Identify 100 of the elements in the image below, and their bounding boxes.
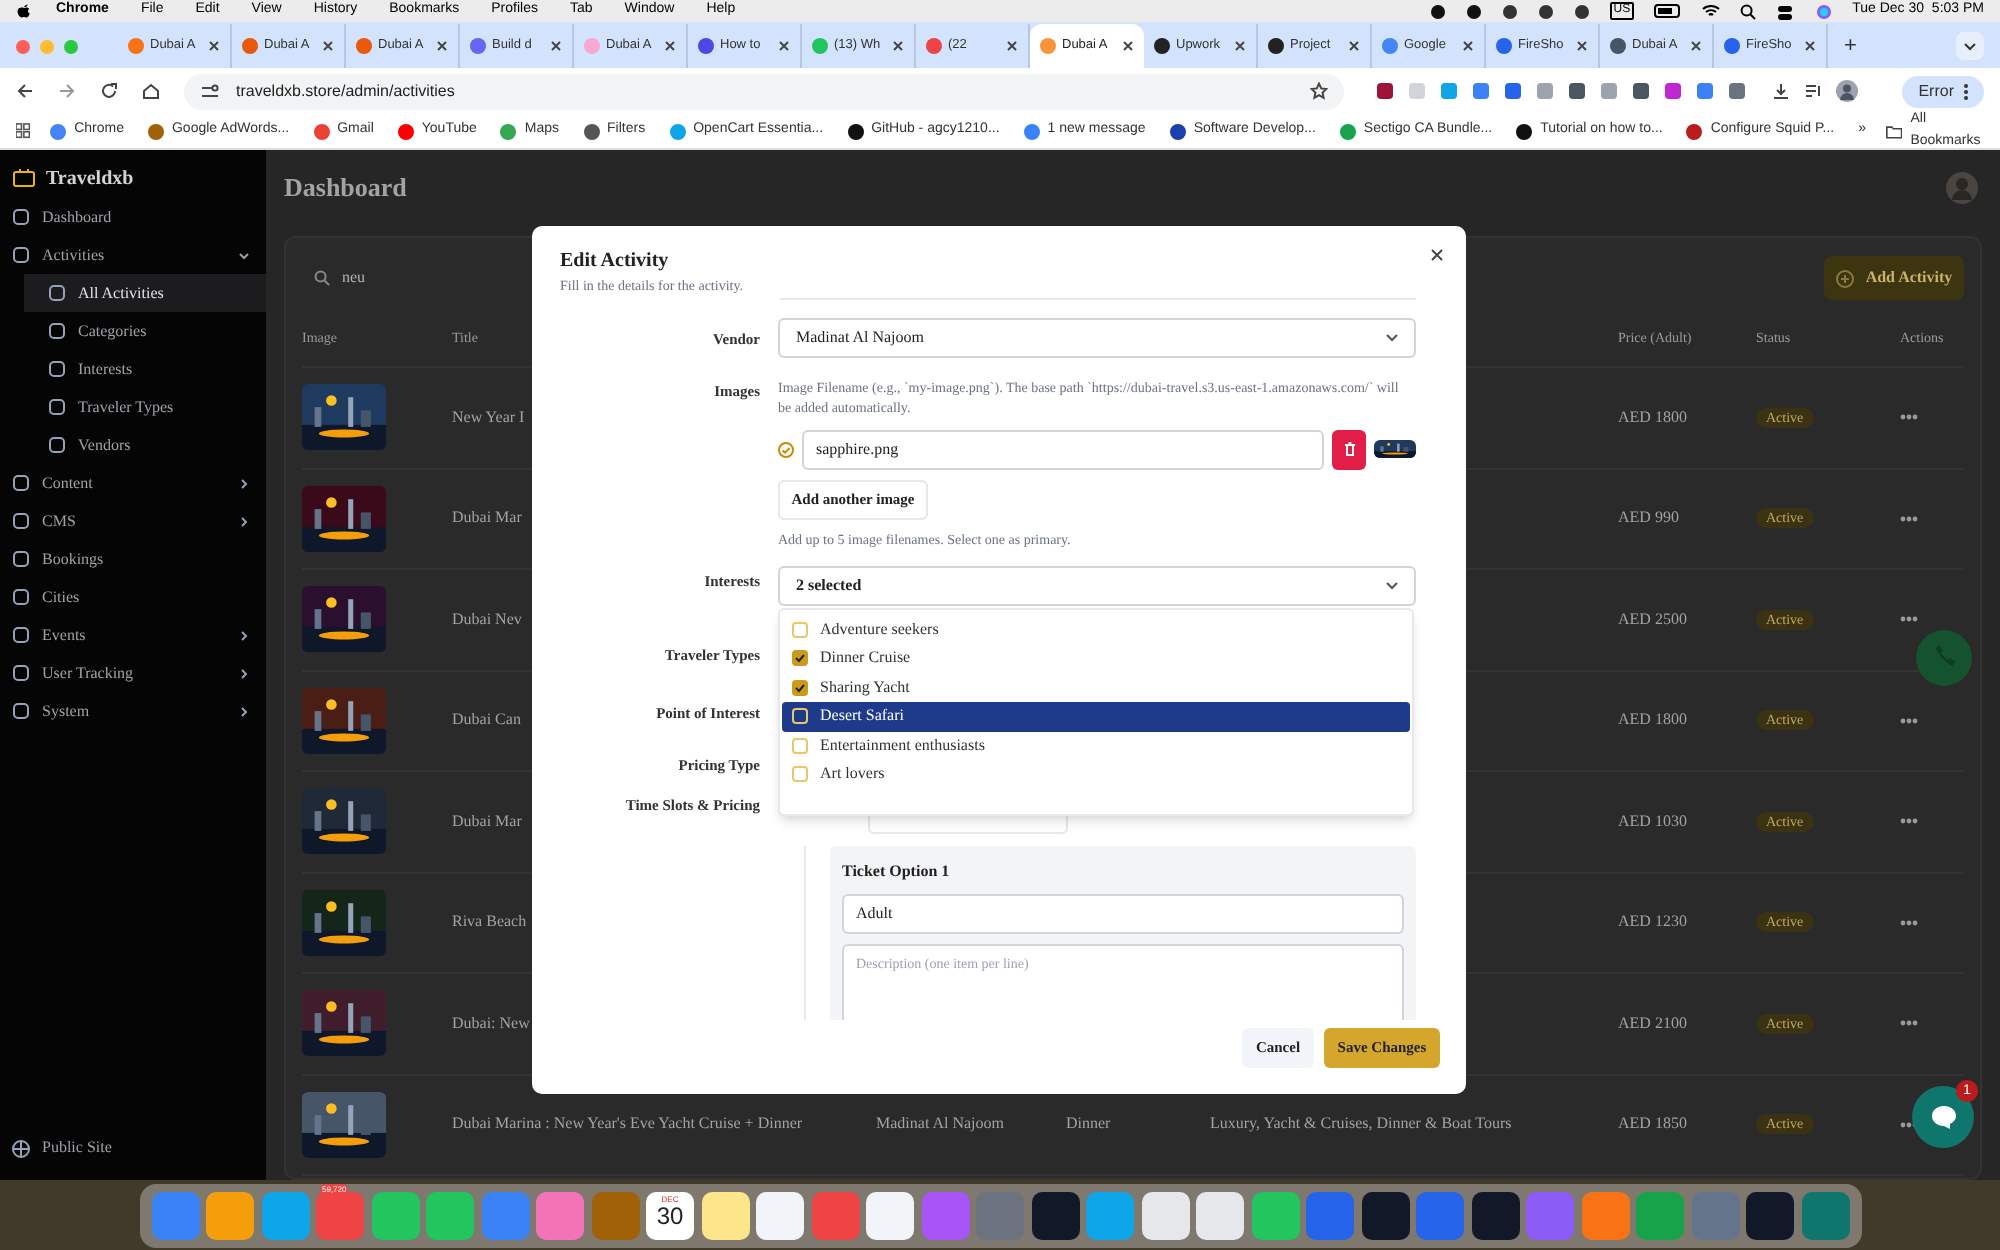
close-icon[interactable] [778,40,790,52]
folder-icon [1886,123,1903,139]
close-icon[interactable] [1006,40,1018,52]
app-icon[interactable] [1471,1191,1519,1239]
more-icon[interactable] [1900,717,1918,724]
checkbox-icon[interactable] [792,621,808,638]
app-icon[interactable] [1031,1191,1079,1239]
sidebar-item[interactable]: Events [0,616,266,654]
more-icon[interactable] [1900,919,1918,926]
dropdown-option[interactable]: Adventure seekers [782,615,1410,644]
search-icon[interactable] [1740,3,1757,19]
reload-icon[interactable] [100,82,118,100]
close-icon[interactable] [1122,40,1134,52]
app-icon[interactable] [701,1191,749,1239]
checkbox-icon[interactable] [792,766,808,783]
close-icon[interactable] [1430,248,1444,262]
sidebar-item[interactable]: Interests [24,350,266,388]
download-icon[interactable] [1772,82,1790,100]
close-icon[interactable] [892,40,904,52]
filename-field[interactable]: sapphire.png [802,429,1324,469]
table-cell: Riva Beach [452,912,527,931]
ticket-name-field[interactable]: Adult [842,894,1404,934]
more-icon[interactable] [1900,414,1918,421]
checkbox-icon[interactable] [792,708,808,725]
more-icon[interactable] [1900,818,1918,825]
app-icon[interactable] [1746,1191,1794,1239]
close-icon[interactable] [1348,40,1360,52]
sidebar-item[interactable]: CMS [0,502,266,540]
dialog-title: Edit Activity [560,250,671,274]
wifi-icon[interactable] [1702,4,1721,18]
sidebar-item[interactable]: System [0,692,266,730]
sidebar-item[interactable]: Vendors [24,426,266,464]
primary-check-icon[interactable] [778,441,794,457]
app-icon[interactable] [866,1191,914,1239]
dropdown-option[interactable]: Sharing Yacht [782,673,1410,702]
table-cell: Dubai: New [452,1013,530,1032]
dropdown-option[interactable]: Dinner Cruise [782,644,1410,673]
vendor-select[interactable]: Madinat Al Najoom [778,317,1416,357]
back-icon[interactable] [16,82,34,100]
more-icon[interactable] [1900,616,1918,623]
close-icon[interactable] [1804,40,1816,52]
delete-button[interactable] [1332,429,1366,469]
status-icon[interactable] [1501,3,1518,19]
menu-item-icon [12,512,30,530]
app-icon[interactable] [756,1191,804,1239]
siri-icon[interactable] [1816,3,1833,19]
close-icon[interactable] [208,40,220,52]
menu-item-icon [12,702,30,720]
menu-item-icon [12,550,30,568]
close-icon[interactable] [322,40,334,52]
trash-icon [1343,442,1355,456]
sidebar-item[interactable]: Dashboard [0,198,266,236]
sidebar-item[interactable]: Traveler Types [24,388,266,426]
status-icon[interactable] [1465,3,1482,19]
interests-select[interactable]: 2 selected [778,566,1416,606]
close-icon[interactable] [1576,40,1588,52]
sidebar-item[interactable]: User Tracking [0,654,266,692]
table-cell: Dubai Nev [452,609,522,628]
dropdown-option[interactable]: Entertainment enthusiasts [782,731,1410,760]
app-icon[interactable] [1196,1191,1244,1239]
avatar-icon[interactable] [1836,80,1858,102]
apps-grid-icon[interactable] [16,122,31,140]
status-icon[interactable] [1429,3,1446,19]
site-icon [1516,123,1533,139]
control-center-icon[interactable] [1776,3,1797,19]
close-icon[interactable] [1690,40,1702,52]
close-icon[interactable] [664,40,676,52]
forward-icon[interactable] [58,82,76,100]
add-activity-button[interactable]: Add Activity [1824,256,1964,300]
close-icon[interactable] [550,40,562,52]
profile-error-button[interactable]: Error [1902,75,1984,107]
app-icon[interactable] [1141,1191,1189,1239]
bookmark-star-icon[interactable] [1310,82,1328,100]
dropdown-option[interactable]: Art lovers [782,760,1410,789]
tab-search-icon[interactable] [1956,32,1984,60]
media-control-icon[interactable] [1804,82,1822,100]
sidebar-item[interactable]: Categories [24,312,266,350]
sidebar-item[interactable]: Bookings [0,540,266,578]
site-icon [397,123,414,139]
sidebar-item[interactable]: All Activities [24,274,266,312]
sidebar-item[interactable]: Activities [0,236,266,274]
public-site-link[interactable]: Public Site [0,1136,266,1160]
dropdown-option[interactable]: Desert Safari [782,702,1410,731]
status-icon[interactable] [1573,3,1590,19]
checkbox-icon[interactable] [792,737,808,754]
new-tab-button[interactable]: + [1828,24,1873,68]
close-icon[interactable] [436,40,448,52]
close-icon[interactable] [1234,40,1246,52]
sidebar-item[interactable]: Content [0,464,266,502]
close-icon[interactable] [1462,40,1474,52]
status-icon[interactable] [1537,3,1554,19]
sidebar-item[interactable]: Cities [0,578,266,616]
more-icon[interactable] [1900,1020,1918,1027]
checkbox-icon[interactable] [792,679,808,696]
checkbox-icon[interactable] [792,650,808,667]
table-cell: AED 1800 [1618,710,1687,729]
home-icon[interactable] [142,82,160,100]
more-icon[interactable] [1900,515,1918,522]
app-icon[interactable] [1361,1191,1409,1239]
address-field[interactable]: traveldxb.store/admin/activities [184,73,1344,109]
